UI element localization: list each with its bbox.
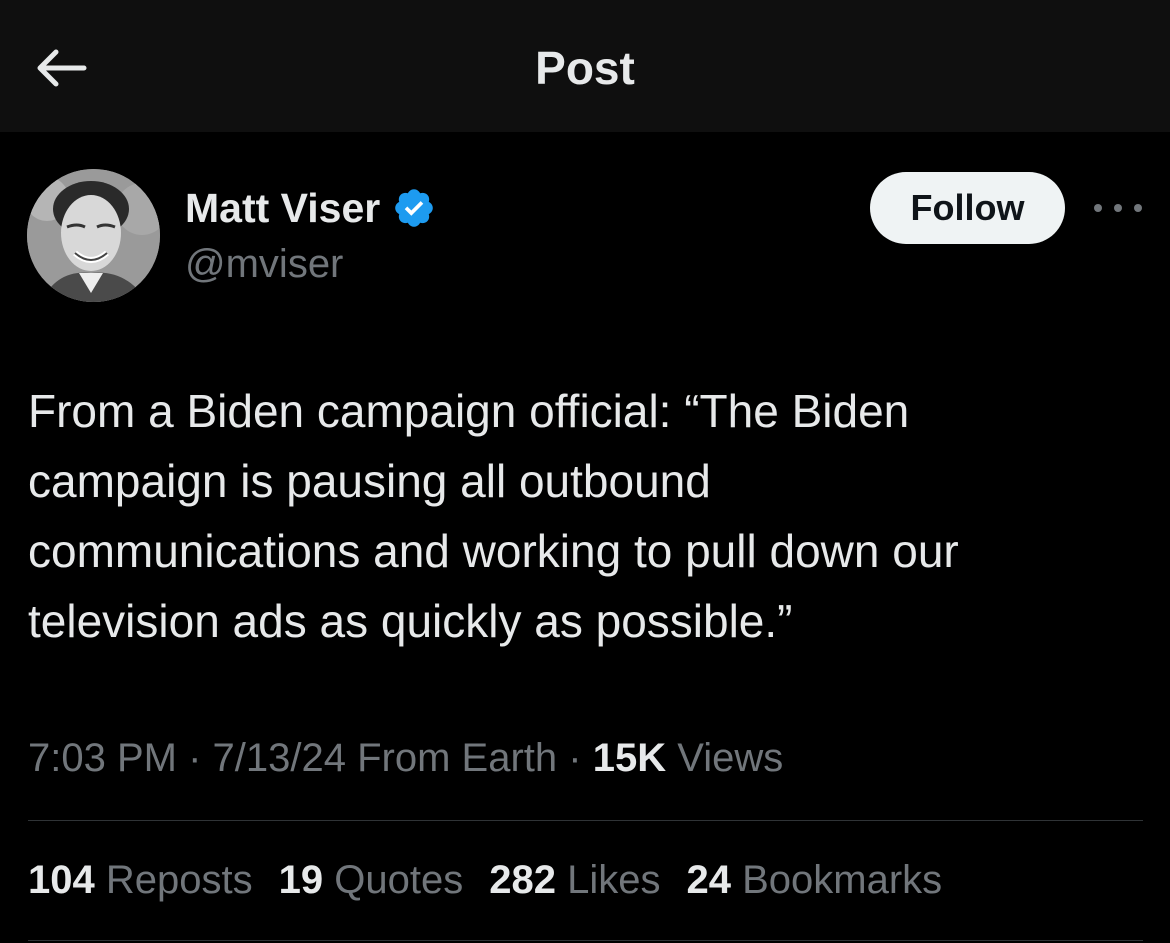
post-date[interactable]: 7/13/24 [213,736,346,780]
more-horizontal-icon [1094,204,1102,212]
top-bar: Post [0,0,1170,132]
quotes-stat[interactable]: 19 Quotes [279,852,464,908]
bookmarks-stat[interactable]: 24 Bookmarks [686,852,942,908]
divider [28,820,1143,821]
divider [28,940,1143,941]
views-label[interactable]: Views [677,736,783,780]
author-handle[interactable]: @mviser [185,240,343,288]
meta-separator: · [188,736,213,780]
quotes-label: Quotes [334,858,464,902]
bookmarks-label: Bookmarks [742,858,943,902]
post-text: From a Biden campaign official: “The Bid… [28,385,959,647]
follow-button[interactable]: Follow [870,172,1065,244]
bookmarks-count: 24 [686,858,731,902]
meta-separator: · [568,736,593,780]
reposts-count: 104 [28,858,95,902]
verified-badge-icon [395,189,434,227]
post-meta: 7:03 PM · 7/13/24 From Earth · 15K Views [28,730,783,786]
avatar[interactable] [27,169,160,302]
likes-count: 282 [489,858,556,902]
post-time[interactable]: 7:03 PM [28,736,177,780]
more-horizontal-icon [1114,204,1122,212]
author-name-line: Matt Viser [185,184,436,232]
post-source: From Earth [357,736,558,780]
likes-label: Likes [567,858,661,902]
author-display-name[interactable]: Matt Viser [185,184,380,232]
likes-stat[interactable]: 282 Likes [489,852,660,908]
reposts-label: Reposts [105,858,253,902]
post-author-header: Matt Viser @mviser Follow [0,132,1170,332]
post-stats: 104 Reposts 19 Quotes 282 Likes 24 Bookm… [28,852,968,908]
views-count[interactable]: 15K [593,736,666,780]
quotes-count: 19 [278,858,324,902]
reposts-stat[interactable]: 104 Reposts [28,852,253,908]
page-title: Post [535,42,635,94]
more-options-button[interactable] [1090,192,1146,224]
avatar-image [27,169,160,302]
more-horizontal-icon [1134,204,1142,212]
